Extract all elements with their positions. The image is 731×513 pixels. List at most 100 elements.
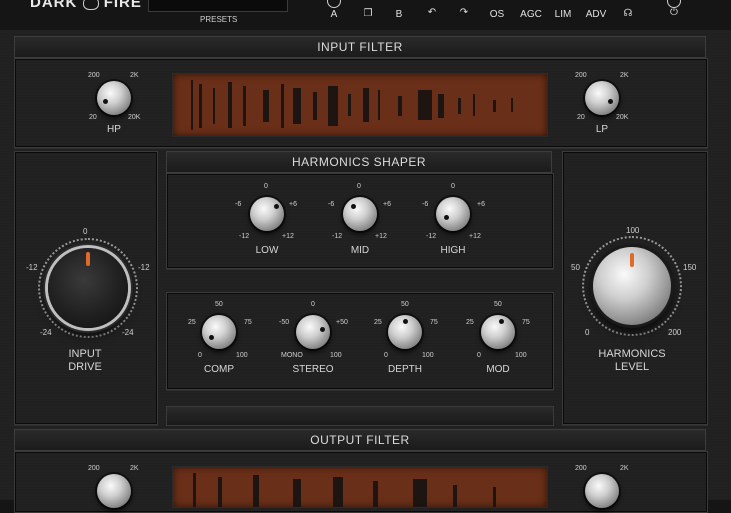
spectrum-graph xyxy=(191,80,513,130)
flame-icon xyxy=(82,0,99,11)
redo-icon[interactable]: ↷ xyxy=(457,7,471,18)
presets-label: PRESETS xyxy=(200,15,238,24)
mid-tick-m12: -12 xyxy=(332,233,343,240)
os-button[interactable]: OS xyxy=(487,9,507,20)
stereo-tick-top: 0 xyxy=(311,301,315,308)
depth-tick-bottom-right: 100 xyxy=(422,352,434,359)
mod-knob[interactable] xyxy=(481,315,515,349)
hp-tick-20k: 20K xyxy=(128,114,141,121)
input-filter-title: INPUT FILTER xyxy=(14,36,706,58)
comp-tick-top: 50 xyxy=(215,301,223,308)
stereo-tick-right: +50 xyxy=(336,319,348,326)
input-drive-label-1: INPUT xyxy=(68,348,102,360)
low-tick-p12: +12 xyxy=(282,233,294,240)
level-tick-100: 100 xyxy=(626,226,640,235)
drive-tick-m24-left: -24 xyxy=(40,328,52,337)
comp-tick-bottom-left: 0 xyxy=(198,352,202,359)
headphones-icon[interactable]: ☊ xyxy=(621,8,635,19)
output-filter-spectrum xyxy=(172,466,548,508)
high-tick-p12: +12 xyxy=(469,233,481,240)
agc-button[interactable]: AGC xyxy=(519,9,543,20)
copy-icon[interactable]: ❐ xyxy=(362,8,374,19)
output-spectrum-graph xyxy=(193,473,496,507)
power-icon[interactable]: ⏻ xyxy=(667,7,681,18)
ab-a-indicator-icon[interactable] xyxy=(327,0,341,8)
harmonics-level-knob[interactable] xyxy=(593,247,671,325)
mid-knob[interactable] xyxy=(343,197,377,231)
harmonics-shaper-title: HARMONICS SHAPER xyxy=(166,151,552,173)
comp-tick-right: 75 xyxy=(244,319,252,326)
input-drive-knob[interactable] xyxy=(48,248,128,328)
level-tick-0: 0 xyxy=(585,328,590,337)
depth-tick-bottom-left: 0 xyxy=(384,352,388,359)
drive-tick-m24-right: -24 xyxy=(122,328,134,337)
out-hp-tick-2k: 2K xyxy=(130,465,139,472)
mod-tick-bottom-right: 100 xyxy=(515,352,527,359)
mod-tick-top: 50 xyxy=(494,301,502,308)
out-lp-tick-2k: 2K xyxy=(620,465,629,472)
hp-tick-2k: 2K xyxy=(130,72,139,79)
hp-label: HP xyxy=(107,124,121,135)
lp-tick-20: 20 xyxy=(577,114,585,121)
lp-tick-200: 200 xyxy=(575,72,587,79)
comp-knob[interactable] xyxy=(202,315,236,349)
mid-tick-p12: +12 xyxy=(375,233,387,240)
level-tick-200: 200 xyxy=(668,328,682,337)
lp-label: LP xyxy=(595,124,609,135)
comp-label: COMP xyxy=(204,364,234,375)
depth-tick-left: 25 xyxy=(374,319,382,326)
mid-tick-0: 0 xyxy=(357,183,361,190)
out-hp-tick-200: 200 xyxy=(88,465,100,472)
mid-label: MID xyxy=(350,245,370,256)
drive-tick-m12-left: -12 xyxy=(26,263,38,272)
lp-tick-2k: 2K xyxy=(620,72,629,79)
stereo-label: STEREO xyxy=(292,364,334,375)
undo-icon[interactable]: ↶ xyxy=(425,7,439,18)
stereo-knob[interactable] xyxy=(296,315,330,349)
input-filter-spectrum xyxy=(172,73,548,137)
high-knob[interactable] xyxy=(436,197,470,231)
hp-knob[interactable] xyxy=(97,81,131,115)
mod-tick-right: 75 xyxy=(522,319,530,326)
lim-button[interactable]: LIM xyxy=(553,9,573,20)
drive-tick-m12-right: -12 xyxy=(138,263,150,272)
stereo-tick-bottom-right: 100 xyxy=(330,352,342,359)
stereo-tick-left: -50 xyxy=(279,319,290,326)
hp-tick-20: 20 xyxy=(89,114,97,121)
adv-button[interactable]: ADV xyxy=(584,9,608,20)
hp-tick-200: 200 xyxy=(88,72,100,79)
mod-tick-left: 25 xyxy=(466,319,474,326)
high-tick-m12: -12 xyxy=(426,233,437,240)
lp-knob[interactable] xyxy=(585,81,619,115)
low-tick-0: 0 xyxy=(264,183,268,190)
mod-label: MOD xyxy=(486,364,510,375)
mod-tick-bottom-left: 0 xyxy=(477,352,481,359)
level-tick-50: 50 xyxy=(571,263,580,272)
depth-knob[interactable] xyxy=(388,315,422,349)
b-button[interactable]: B xyxy=(393,9,405,20)
low-tick-m12: -12 xyxy=(239,233,250,240)
mid-tick-p6: +6 xyxy=(383,201,391,208)
comp-tick-left: 25 xyxy=(188,319,196,326)
high-label: HIGH xyxy=(440,245,466,256)
output-lp-knob[interactable] xyxy=(585,474,619,508)
brand-right: FIRE xyxy=(103,0,142,11)
harmonics-bottom-rail xyxy=(166,406,554,426)
input-drive-label-2: DRIVE xyxy=(68,361,102,373)
lp-tick-20k: 20K xyxy=(616,114,629,121)
brand-logo: DARK FIRE xyxy=(30,0,142,11)
out-lp-tick-200: 200 xyxy=(575,465,587,472)
brand-left: DARK xyxy=(30,0,78,11)
level-tick-150: 150 xyxy=(683,263,697,272)
a-button[interactable]: A xyxy=(328,9,340,20)
output-filter-title: OUTPUT FILTER xyxy=(14,429,706,451)
output-hp-knob[interactable] xyxy=(97,474,131,508)
low-tick-m6: -6 xyxy=(235,201,242,208)
high-tick-0: 0 xyxy=(451,183,455,190)
low-tick-p6: +6 xyxy=(289,201,297,208)
top-bar: DARK FIRE PRESETS A ❐ B ↶ ↷ OS AGC LIM A… xyxy=(0,0,731,30)
low-knob[interactable] xyxy=(250,197,284,231)
mid-tick-m6: -6 xyxy=(328,201,335,208)
preset-display[interactable] xyxy=(148,0,288,12)
high-tick-p6: +6 xyxy=(477,201,485,208)
